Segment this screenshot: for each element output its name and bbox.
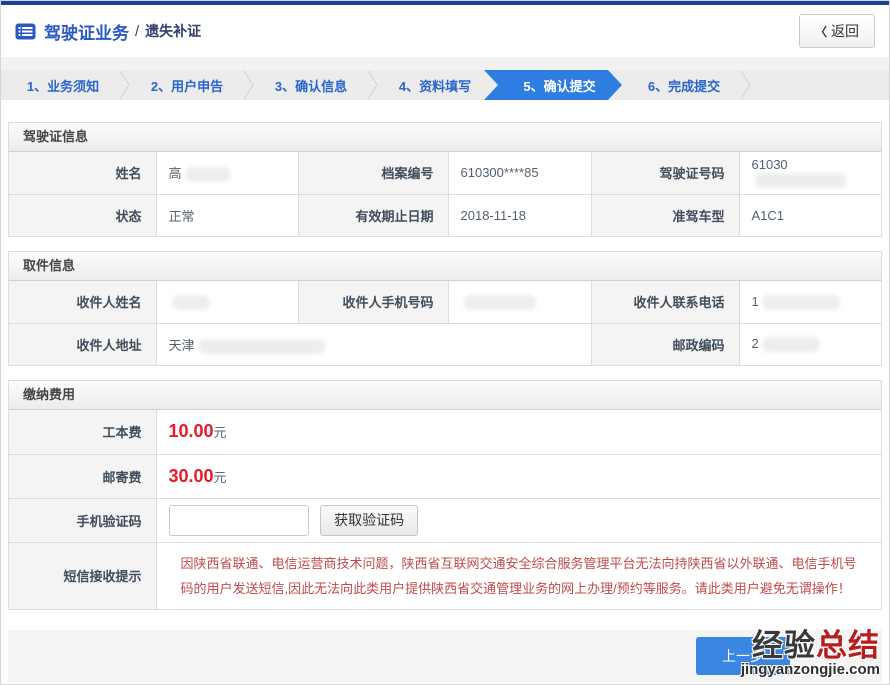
sms-code-input[interactable] [169,505,309,536]
step-label: 3、确认信息 [275,76,347,95]
postage-fee-label: 邮寄费 [9,454,156,498]
pickup-info-table: 收件人姓名 收件人手机号码 收件人联系电话 1 收件人地址 天津 邮政编码 2 [9,281,881,365]
redacted-value [464,295,536,310]
sms-code-label: 手机验证码 [9,498,156,542]
back-button-label: 返回 [831,21,859,41]
table-row: 工本费 10.00元 [9,410,881,454]
postage-fee-amount: 30.00 [169,466,214,486]
name-value: 高 [156,152,298,194]
chevron-right-icon [740,70,752,103]
footer-bar: 上一步 经验总结 jingyanzongjie.com [8,630,882,682]
recipient-address-label: 收件人地址 [9,323,156,365]
back-button[interactable]: 〈 返回 [799,14,875,48]
list-icon [15,23,36,40]
chevron-right-icon [243,70,255,103]
table-row: 状态 正常 有效期止日期 2018-11-18 准驾车型 A1C1 [9,194,881,236]
postal-code-label: 邮政编码 [591,323,739,365]
pickup-info-section: 取件信息 收件人姓名 收件人手机号码 收件人联系电话 1 收件人地址 天津 邮政… [8,251,882,366]
license-number-label: 驾驶证号码 [591,152,739,194]
sms-notice-label: 短信接收提示 [9,542,156,609]
step-2-declaration: 2、用户申告 [125,70,249,100]
redacted-value [762,295,840,310]
sms-notice-cell: 因陕西省联通、电信运营商技术问题，陕西省互联网交通安全综合服务管理平台无法向持陕… [156,542,881,609]
table-row: 姓名 高 档案编号 610300****85 驾驶证号码 61030 [9,152,881,194]
redacted-value [755,173,847,188]
recipient-name-value [156,281,298,323]
redacted-value [172,295,210,310]
sms-code-cell: 获取验证码 [156,498,881,542]
step-label: 5、确认提交 [523,76,595,95]
work-fee-label: 工本费 [9,410,156,454]
table-row: 收件人地址 天津 邮政编码 2 [9,323,881,365]
previous-step-button[interactable]: 上一步 [696,637,790,675]
postage-fee-value: 30.00元 [156,454,881,498]
step-label: 6、完成提交 [648,76,720,95]
recipient-phone-label: 收件人联系电话 [591,281,739,323]
table-row: 手机验证码 获取验证码 [9,498,881,542]
step-label: 4、资料填写 [399,76,471,95]
step-tabs: 1、业务须知 2、用户申告 3、确认信息 4、资料填写 5、确认提交 6、完成提… [1,70,889,100]
breadcrumb-current: 遗失补证 [145,21,201,41]
fees-section-title: 缴纳费用 [9,381,881,410]
recipient-mobile-value [448,281,591,323]
pickup-section-title: 取件信息 [9,252,881,281]
name-label: 姓名 [9,152,156,194]
table-row: 收件人姓名 收件人手机号码 收件人联系电话 1 [9,281,881,323]
fees-table: 工本费 10.00元 邮寄费 30.00元 手机验证码 获取验证码 [9,410,881,609]
recipient-phone-value: 1 [739,281,881,323]
status-value: 正常 [156,194,298,236]
recipient-address-value: 天津 [156,323,591,365]
content: 驾驶证信息 姓名 高 档案编号 610300****85 驾驶证号码 61030… [1,100,889,682]
postal-code-value: 2 [739,323,881,365]
status-label: 状态 [9,194,156,236]
header-divider [1,57,889,70]
chevron-right-icon [119,70,131,103]
postage-fee-unit: 元 [214,470,227,485]
header: 驾驶证业务 / 遗失补证 〈 返回 [1,5,889,57]
recipient-name-label: 收件人姓名 [9,281,156,323]
breadcrumb-separator: / [135,23,139,40]
work-fee-value: 10.00元 [156,410,881,454]
redacted-value [185,167,231,182]
get-sms-code-button[interactable]: 获取验证码 [320,505,418,536]
expiry-date-value: 2018-11-18 [448,194,591,236]
step-label: 2、用户申告 [151,76,223,95]
file-number-label: 档案编号 [298,152,448,194]
license-info-table: 姓名 高 档案编号 610300****85 驾驶证号码 61030 状态 正常… [9,152,881,236]
step-6-complete: 6、完成提交 [622,70,746,100]
page: 驾驶证业务 / 遗失补证 〈 返回 1、业务须知 2、用户申告 3、确认信息 4… [0,0,890,685]
vehicle-class-value: A1C1 [739,194,881,236]
redacted-value [762,337,820,352]
chevron-right-icon [367,70,379,103]
step-4-fill-data: 4、资料填写 [373,70,497,100]
work-fee-unit: 元 [214,425,227,440]
step-label: 1、业务须知 [27,76,99,95]
table-row: 邮寄费 30.00元 [9,454,881,498]
watermark-red-part: 总结 [816,628,880,663]
step-3-confirm-info: 3、确认信息 [249,70,373,100]
expiry-date-label: 有效期止日期 [298,194,448,236]
page-title: 驾驶证业务 [44,19,129,44]
redacted-value [198,339,326,354]
work-fee-amount: 10.00 [169,421,214,441]
sms-warning-text: 因陕西省联通、电信运营商技术问题，陕西省互联网交通安全综合服务管理平台无法向持陕… [169,543,882,609]
license-info-section: 驾驶证信息 姓名 高 档案编号 610300****85 驾驶证号码 61030… [8,122,882,237]
license-number-value: 61030 [739,152,881,194]
recipient-mobile-label: 收件人手机号码 [298,281,448,323]
chevron-left-icon: 〈 [815,23,827,40]
fees-section: 缴纳费用 工本费 10.00元 邮寄费 30.00元 手机验证码 [8,380,882,610]
step-1-notice: 1、业务须知 [1,70,125,100]
license-section-title: 驾驶证信息 [9,123,881,152]
file-number-value: 610300****85 [448,152,591,194]
vehicle-class-label: 准驾车型 [591,194,739,236]
table-row: 短信接收提示 因陕西省联通、电信运营商技术问题，陕西省互联网交通安全综合服务管理… [9,542,881,609]
step-5-confirm-submit: 5、确认提交 [484,70,622,100]
